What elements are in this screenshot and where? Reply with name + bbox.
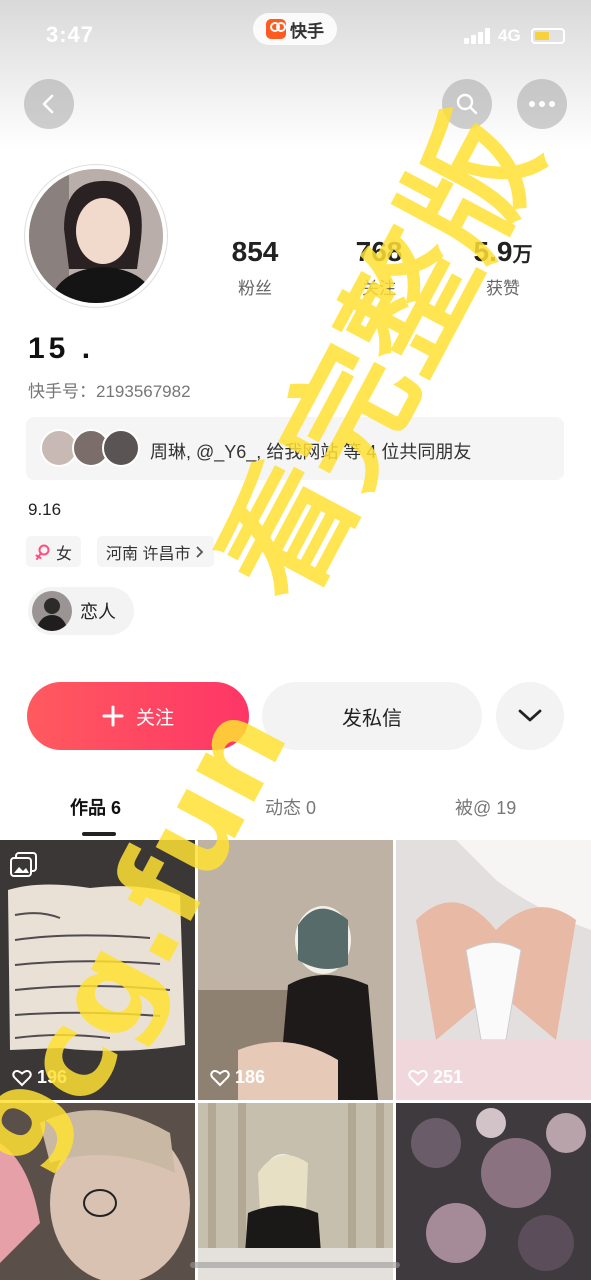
likes-stat[interactable]: 5.9万 获赞 (448, 236, 558, 299)
heart-icon (12, 1069, 32, 1086)
back-button[interactable] (24, 79, 74, 129)
location-tag[interactable]: 河南 许昌市 (97, 536, 215, 567)
username: 15 . (28, 332, 95, 365)
album-icon (10, 852, 37, 877)
kuaishou-logo-icon (266, 19, 286, 39)
relation-label: 恋人 (80, 602, 116, 622)
chevron-left-icon (42, 94, 54, 114)
tab-indicator (82, 832, 116, 836)
gender-label: 女 (56, 545, 73, 563)
message-label: 发私信 (342, 707, 402, 730)
following-count: 768 (355, 236, 403, 267)
heart-icon (210, 1069, 230, 1086)
tab-mentions[interactable]: 被@ 19 (455, 794, 516, 820)
tab-moments[interactable]: 动态 0 (265, 794, 316, 820)
watermark-text-1: 看完整版 (191, 94, 569, 625)
more-actions-button[interactable] (496, 682, 564, 750)
likes-count: 5.9万 (473, 236, 533, 267)
chevron-down-icon (518, 709, 542, 722)
following-label: 关注 (362, 279, 396, 298)
more-dots-icon (529, 101, 555, 107)
fans-label: 粉丝 (238, 279, 272, 298)
status-bar: 3:47 快手 4G (0, 0, 591, 70)
search-icon (456, 93, 478, 115)
location-label: 河南 许昌市 (106, 545, 191, 563)
chevron-right-icon (196, 545, 204, 558)
post-likes: 251 (408, 1067, 463, 1088)
following-stat[interactable]: 768 关注 (324, 236, 434, 299)
follow-label: 关注 (135, 707, 174, 729)
mutual-friends-text: 周琳, @_Y6_, 给我网站 等 4 位共同朋友 (150, 442, 472, 462)
message-button[interactable]: 发私信 (262, 682, 482, 750)
heart-icon (408, 1069, 428, 1086)
female-icon (35, 544, 50, 560)
home-indicator (190, 1262, 400, 1268)
post-image (0, 1103, 195, 1280)
mutual-friends-bar[interactable]: 周琳, @_Y6_, 给我网站 等 4 位共同朋友 (26, 417, 564, 480)
app-indicator[interactable]: 快手 (253, 13, 337, 45)
battery-icon (531, 28, 565, 44)
plus-icon (102, 705, 124, 727)
fans-count: 854 (231, 236, 279, 267)
profile-avatar[interactable] (25, 165, 167, 307)
post-thumbnail[interactable]: 186 (198, 840, 393, 1100)
follow-button[interactable]: 关注 (27, 682, 249, 750)
post-image (198, 840, 393, 1100)
search-button[interactable] (442, 79, 492, 129)
post-image (0, 840, 195, 1100)
post-thumbnail[interactable]: 196 (0, 840, 195, 1100)
post-likes: 186 (210, 1067, 265, 1088)
likes-label: 获赞 (486, 279, 520, 298)
app-name: 快手 (290, 21, 324, 41)
bio: 9.16 (28, 500, 62, 519)
more-button[interactable] (517, 79, 567, 129)
avatar-photo (29, 169, 163, 303)
friend-avatar (102, 429, 140, 467)
post-thumbnail[interactable] (0, 1103, 195, 1280)
post-thumbnail[interactable] (396, 1103, 591, 1280)
user-id[interactable]: 快手号：2193567982 (28, 377, 191, 402)
network-type: 4G (498, 26, 521, 45)
gender-tag: 女 (26, 536, 82, 567)
post-likes: 196 (12, 1067, 67, 1088)
post-image (396, 840, 591, 1100)
status-time: 3:47 (46, 22, 95, 47)
tab-works[interactable]: 作品 6 (70, 794, 121, 820)
relation-avatar (32, 591, 72, 631)
post-thumbnail[interactable] (198, 1103, 393, 1280)
fans-stat[interactable]: 854 粉丝 (200, 236, 310, 299)
post-thumbnail[interactable]: 251 (396, 840, 591, 1100)
post-image (396, 1103, 591, 1280)
post-image (198, 1103, 393, 1280)
relation-tag[interactable]: 恋人 (28, 587, 134, 635)
signal-icon (464, 28, 492, 44)
